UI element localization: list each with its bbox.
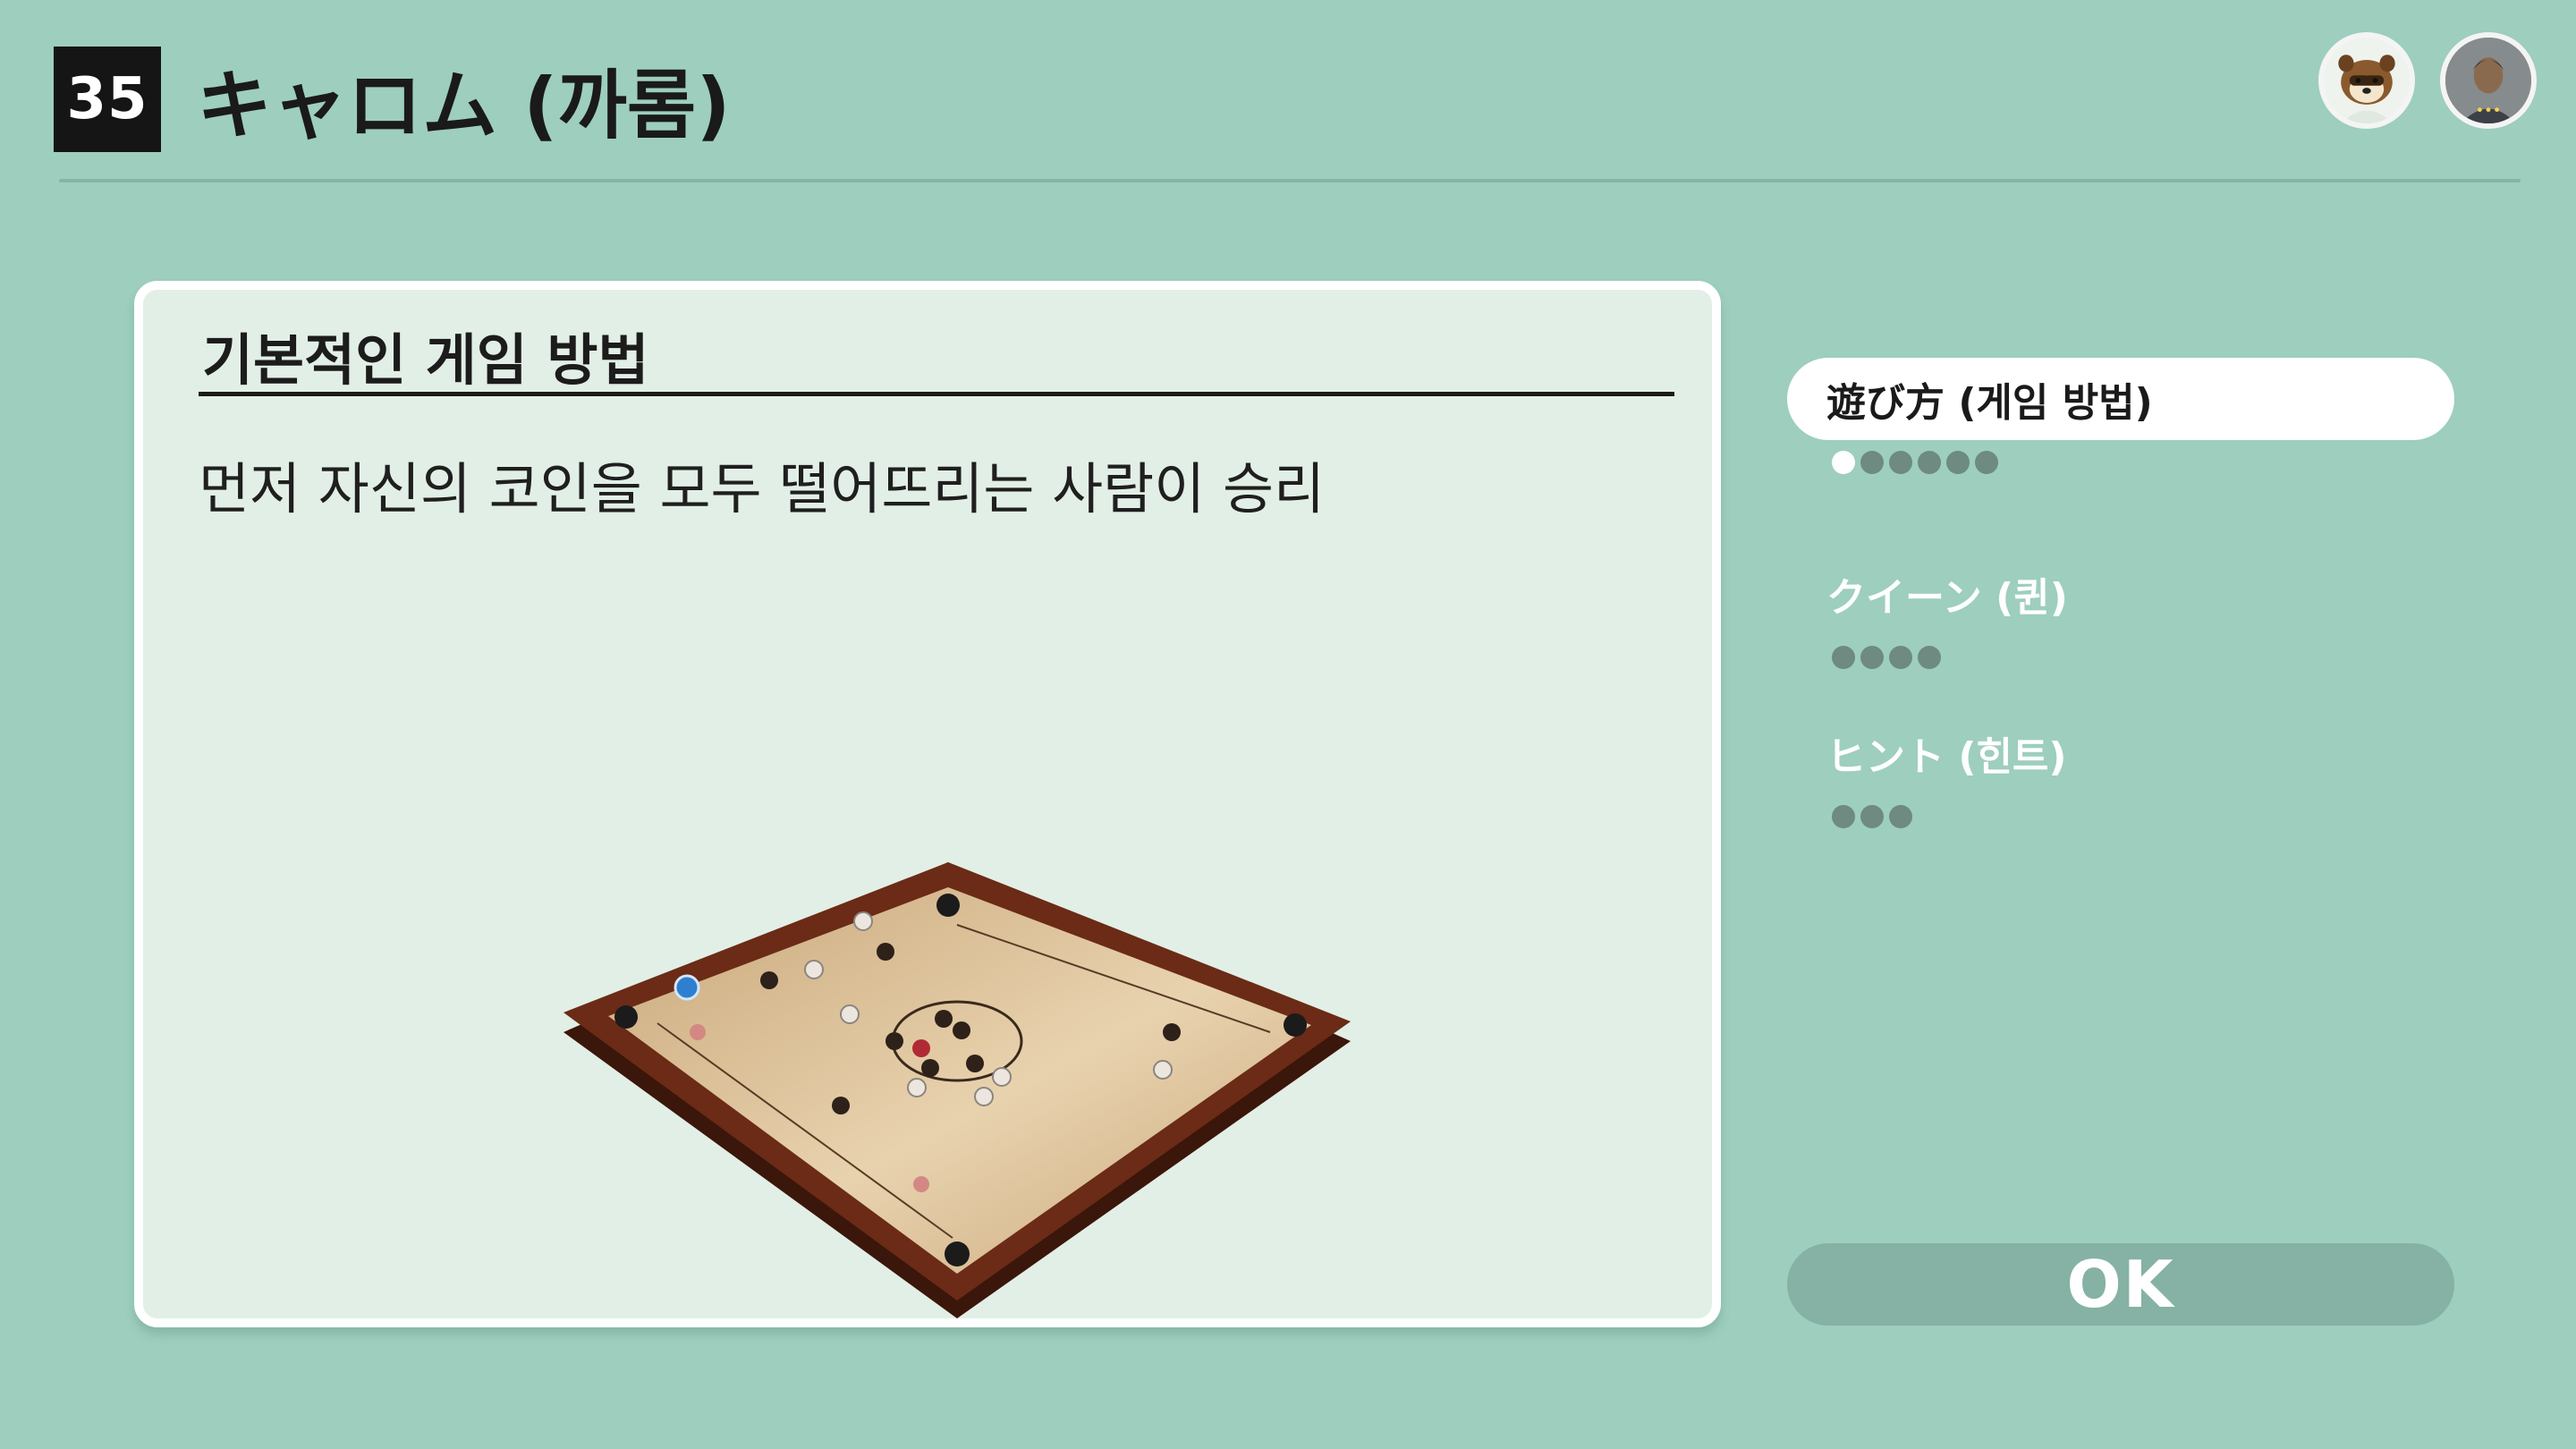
page-dot [1918,646,1941,669]
game-number-badge: 35 [54,47,161,152]
person-icon [2445,38,2531,123]
page-dot [1860,646,1884,669]
carrom-board-illustration [555,862,1360,1327]
page-dot [1975,451,1998,474]
page-indicator [1832,646,2454,669]
menu-item-label: ヒント (힌트) [1826,734,2067,780]
card-heading: 기본적인 게임 방법 [202,327,649,393]
villager-avatar [2318,32,2415,129]
page-dot [1889,451,1912,474]
card-body-text: 먼저 자신의 코인을 모두 떨어뜨리는 사람이 승리 [199,456,1326,521]
ok-button[interactable]: OK [1787,1243,2454,1326]
menu-item-queen[interactable]: クイーン (퀸) [1787,553,2454,669]
page-dot [1860,805,1884,828]
menu-item-hint[interactable]: ヒント (힌트) [1787,712,2454,828]
menu-item-label: 遊び方 (게임 방법) [1787,358,2454,440]
page-dot [1889,805,1912,828]
page-dot [1832,805,1855,828]
page-dot [1946,451,1970,474]
card-divider [199,392,1674,396]
header-divider [59,179,2521,182]
page-dot [1860,451,1884,474]
page-indicator [1832,805,2454,828]
page-dot [1918,451,1941,474]
player-avatar [2440,32,2537,129]
page-dot [1832,646,1855,669]
menu-item-label: クイーン (퀸) [1826,575,2068,621]
page-dot [1832,451,1855,474]
page-dot [1889,646,1912,669]
raccoon-icon [2324,38,2410,123]
page-title: キャロム (까롬) [197,62,731,149]
page-indicator [1832,451,2454,474]
rules-card: 기본적인 게임 방법 먼저 자신의 코인을 모두 떨어뜨리는 사람이 승리 [134,281,1721,1327]
menu-item-how-to-play[interactable]: 遊び方 (게임 방법) [1787,358,2454,474]
